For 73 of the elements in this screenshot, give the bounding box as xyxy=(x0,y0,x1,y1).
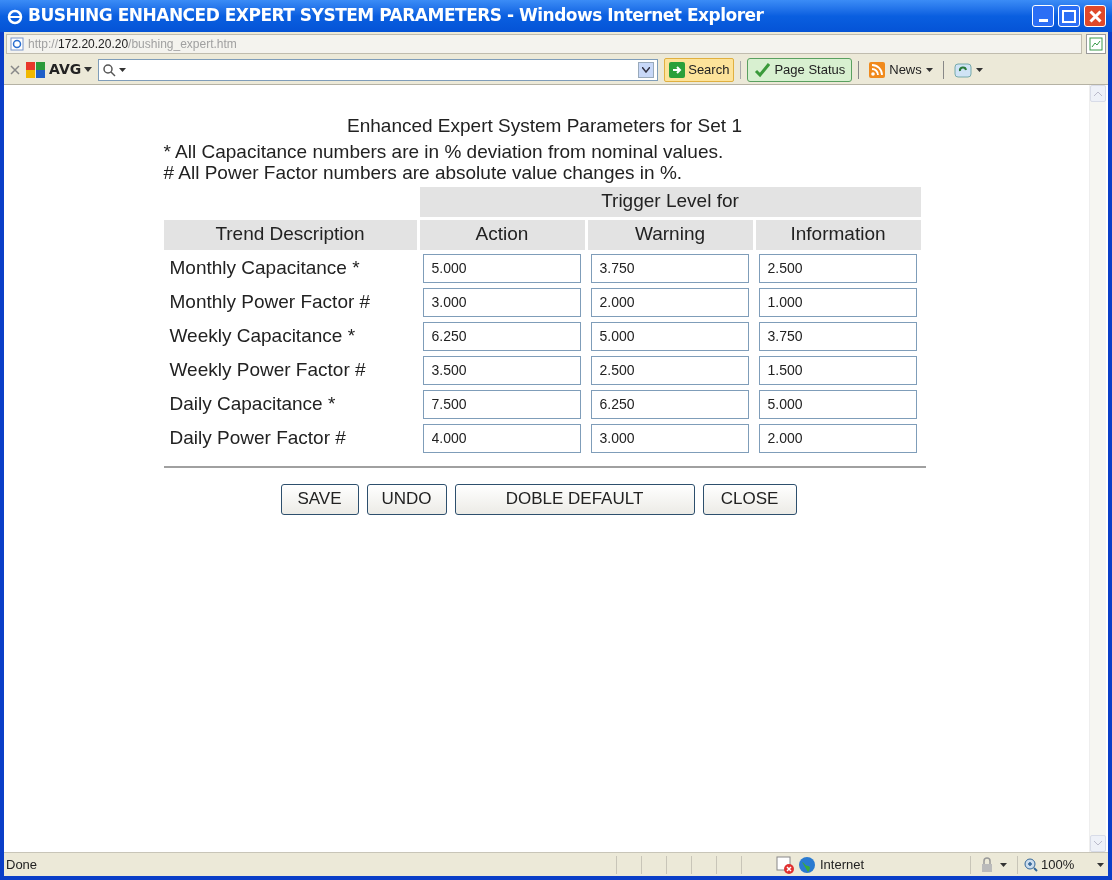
column-header: Action xyxy=(419,219,585,250)
column-header: Trend Description xyxy=(163,219,417,250)
column-header: Warning xyxy=(587,219,753,250)
form-button[interactable]: SAVE xyxy=(280,483,359,515)
caret-icon xyxy=(975,67,983,72)
caret-icon xyxy=(1000,862,1007,867)
minimize-button[interactable] xyxy=(1032,5,1054,27)
input-field[interactable]: 5.000 xyxy=(590,321,749,351)
column-group-header: Trigger Level for xyxy=(419,186,921,217)
input-field[interactable]: 5.000 xyxy=(422,253,581,283)
input-field[interactable]: 3.500 xyxy=(422,355,581,385)
page-status-button[interactable]: Page Status xyxy=(747,57,853,82)
maximize-button[interactable] xyxy=(1058,5,1080,27)
chevron-icon xyxy=(642,66,651,73)
note-text: # All Power Factor numbers are absolute value changes in %. xyxy=(163,161,684,183)
form-button[interactable]: DOBLE DEFAULT xyxy=(454,483,695,515)
caret-icon xyxy=(1097,862,1105,867)
close-icon xyxy=(1088,9,1102,23)
protected-mode-button[interactable] xyxy=(979,856,1007,873)
input-field[interactable]: 2.000 xyxy=(758,423,917,453)
row-label: Daily Capacitance * xyxy=(168,391,337,416)
input-field[interactable]: 2.500 xyxy=(590,355,749,385)
input-field[interactable]: 1.000 xyxy=(758,287,917,317)
maximize-icon xyxy=(1062,9,1076,23)
browser-logo-icon xyxy=(6,7,24,25)
row-label: Monthly Capacitance * xyxy=(168,255,361,280)
zoom-button[interactable]: 100% xyxy=(1024,854,1105,875)
refresh-icon xyxy=(953,61,972,78)
page-icon xyxy=(10,36,24,51)
chevron-icon xyxy=(1094,841,1102,846)
note-text: * All Capacitance numbers are in % deviation from nominal values. xyxy=(163,140,725,162)
input-field[interactable]: 7.500 xyxy=(422,389,581,419)
row-label: Monthly Power Factor # xyxy=(168,289,372,314)
row-label: Weekly Power Factor # xyxy=(168,357,367,382)
window-title: BUSHING ENHANCED EXPERT SYSTEM PARAMETERS - Windows Internet Explorer xyxy=(28,4,764,28)
input-field[interactable]: 5.000 xyxy=(758,389,917,419)
minimize-icon xyxy=(1038,19,1048,22)
checkmark-icon xyxy=(754,61,771,78)
input-field[interactable]: 3.750 xyxy=(758,321,917,351)
colored-blocks-icon xyxy=(26,61,46,78)
form-button[interactable]: UNDO xyxy=(366,483,447,515)
close-icon xyxy=(10,64,20,75)
news-button[interactable]: News xyxy=(865,57,937,82)
column-header: Information xyxy=(755,219,921,250)
row-label: Daily Power Factor # xyxy=(168,425,347,450)
search-field[interactable] xyxy=(98,58,659,81)
page-heading: Enhanced Expert System Parameters for Set 1 xyxy=(346,114,743,138)
input-field[interactable]: 3.750 xyxy=(590,253,749,283)
caret-icon xyxy=(119,67,127,72)
close-button[interactable] xyxy=(1084,5,1106,27)
zone-text: Internet xyxy=(820,855,866,874)
input-field[interactable]: 6.250 xyxy=(590,389,749,419)
search-icon xyxy=(102,62,117,77)
caret-icon xyxy=(925,67,933,72)
globe-icon xyxy=(798,855,816,874)
blocked-page-icon xyxy=(776,855,794,874)
input-field[interactable]: 3.000 xyxy=(422,287,581,317)
zoom-icon xyxy=(1024,857,1038,872)
input-field[interactable]: 2.500 xyxy=(758,253,917,283)
input-field[interactable]: 6.250 xyxy=(422,321,581,351)
input-field[interactable]: 2.000 xyxy=(590,287,749,317)
address-field[interactable]: http://172.20.20.20/bushing_expert.htm xyxy=(6,33,1082,54)
input-field[interactable]: 4.000 xyxy=(422,423,581,453)
input-field[interactable]: 3.000 xyxy=(590,423,749,453)
search-button[interactable]: Search xyxy=(664,57,735,82)
chevron-icon xyxy=(1094,91,1102,96)
dropdown-button[interactable] xyxy=(638,61,655,78)
form-button[interactable]: CLOSE xyxy=(702,483,797,515)
input-field[interactable]: 1.500 xyxy=(758,355,917,385)
caret-icon xyxy=(84,67,93,72)
row-label: Weekly Capacitance * xyxy=(168,323,357,348)
status-text: Done xyxy=(5,855,39,874)
avg-menu[interactable]: AVG xyxy=(26,59,93,80)
